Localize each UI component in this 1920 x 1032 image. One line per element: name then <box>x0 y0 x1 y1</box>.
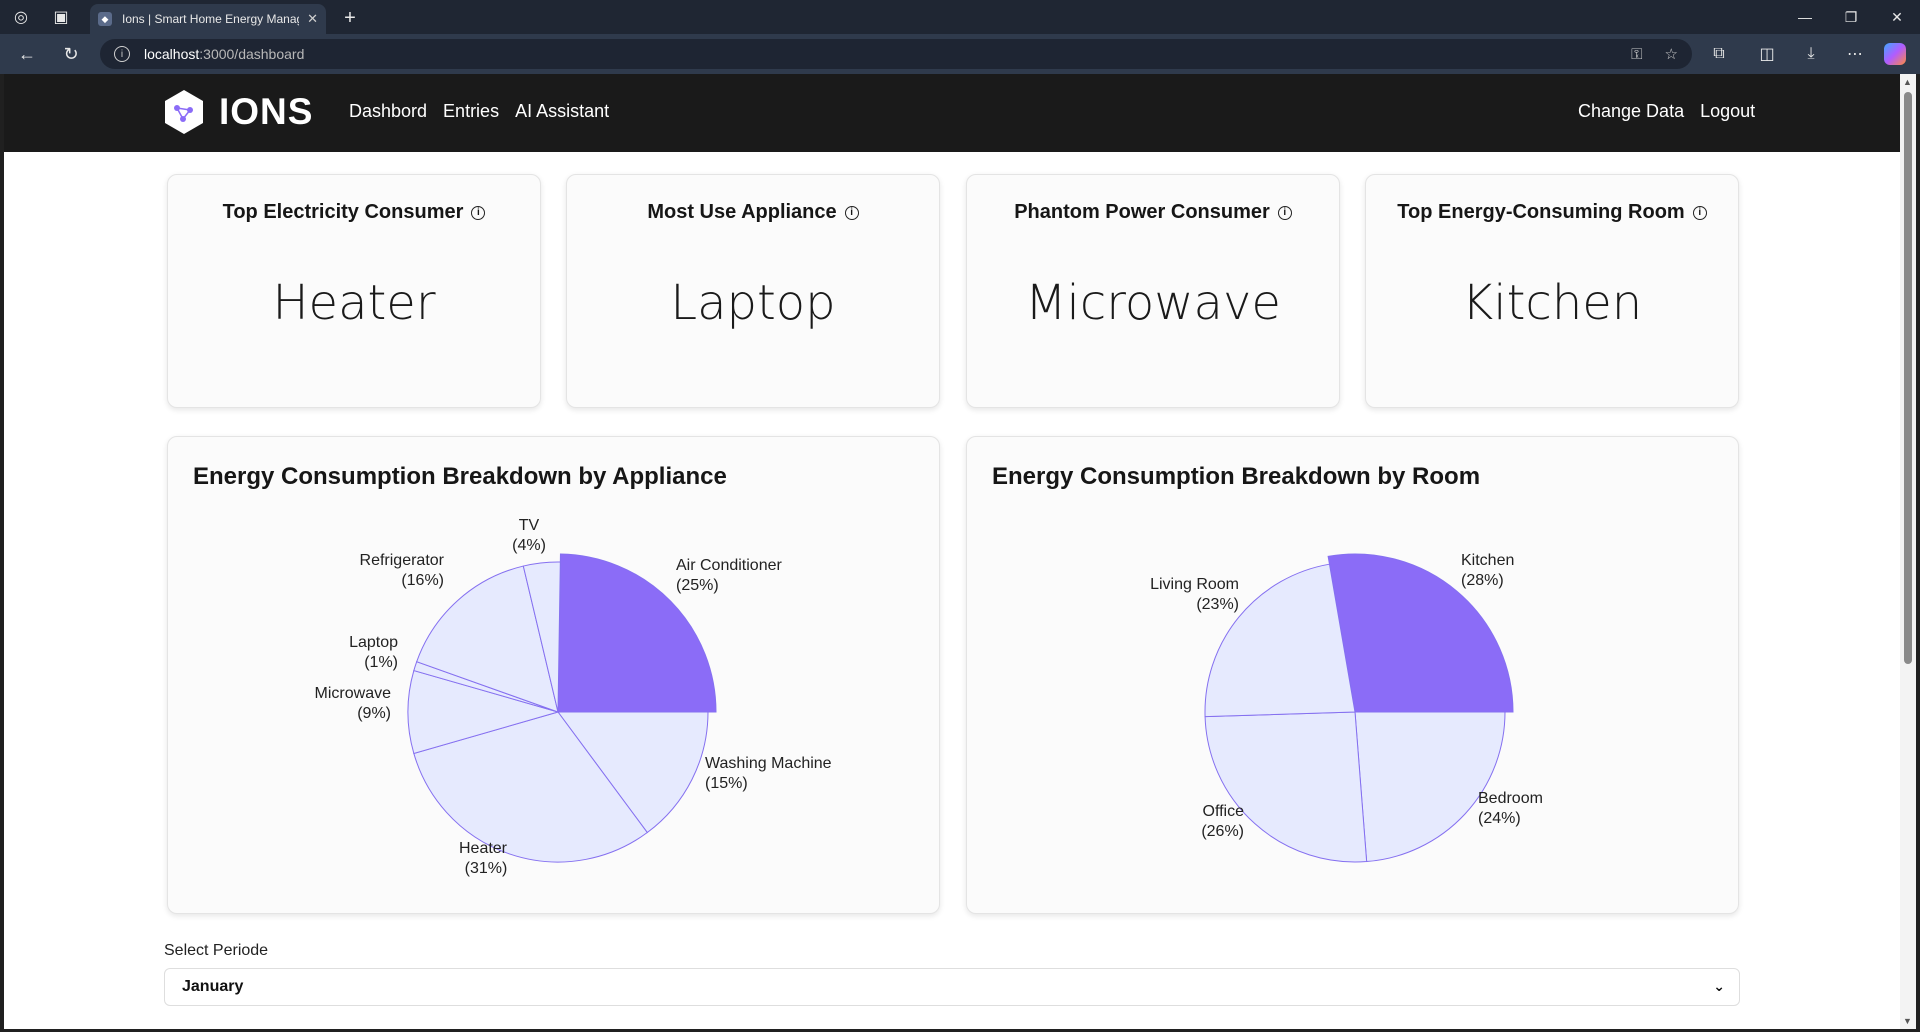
browser-toolbar: ← ↻ i localhost:3000/dashboard ⚿ ☆ ⧉ ◫ ⤓… <box>0 34 1920 74</box>
info-icon[interactable]: i <box>471 205 486 220</box>
favorite-star-icon[interactable]: ☆ <box>1665 45 1678 63</box>
info-icon[interactable]: i <box>844 205 859 220</box>
info-icon[interactable]: i <box>1692 205 1707 220</box>
pie-slice[interactable] <box>1354 711 1506 863</box>
appliance-pie-chart: Air Conditioner (25%) Washing Machine (15%)… <box>315 517 832 877</box>
stat-card-most-used: Most Use Appliance i Laptop <box>566 174 940 408</box>
copilot-icon[interactable] <box>1884 43 1906 65</box>
tab-actions-icon[interactable]: ▣ <box>50 7 72 27</box>
stat-value: Heater <box>272 275 436 331</box>
pie-slice-label: Office (26%) <box>1201 803 1244 840</box>
stat-value: Kitchen <box>1461 275 1643 331</box>
pie-slice-label: Refrigerator (16%) <box>360 552 445 589</box>
window-controls: — ❐ ✕ <box>1782 0 1920 34</box>
room-chart-card: Energy Consumption Breakdown by Room Kit… <box>966 436 1739 914</box>
nav-ai-assistant-link[interactable]: AI Assistant <box>515 101 609 122</box>
tab-title: Ions | Smart Home Energy Manag <box>122 12 300 26</box>
account-nav: Change Data Logout <box>1578 101 1755 122</box>
stat-card-top-consumer: Top Electricity Consumer i Heater <box>167 174 541 408</box>
room-pie-chart: Kitchen (28%) Bedroom (24%) Office (26%) Livin… <box>1150 552 1543 863</box>
url-path: :3000/dashboard <box>199 46 305 62</box>
stat-card-phantom-power: Phantom Power Consumer i Microwave <box>966 174 1340 408</box>
address-bar[interactable]: i localhost:3000/dashboard ⚿ ☆ <box>100 39 1692 69</box>
minimize-icon[interactable]: — <box>1782 0 1828 34</box>
pie-slice-label: Living Room (23%) <box>1150 576 1239 613</box>
logout-link[interactable]: Logout <box>1700 101 1755 122</box>
nav-dashboard-link[interactable]: Dashbord <box>349 101 427 122</box>
stat-title: Most Use Appliance <box>647 201 837 223</box>
close-window-icon[interactable]: ✕ <box>1874 0 1920 34</box>
brand[interactable]: IONS <box>163 88 313 136</box>
browser-tab[interactable]: ◆ Ions | Smart Home Energy Manag ✕ <box>90 4 326 34</box>
new-tab-icon[interactable]: + <box>338 6 362 30</box>
browser-tabstrip: ◎ ▣ ◆ Ions | Smart Home Energy Manag ✕ +… <box>0 0 1920 34</box>
pie-slice-label: Heater (31%) <box>459 840 508 877</box>
stat-title: Top Energy-Consuming Room <box>1397 201 1685 223</box>
page-viewport: IONS Dashbord Entries AI Assistant Chang… <box>4 74 1900 1029</box>
nav-entries-link[interactable]: Entries <box>443 101 499 122</box>
info-icon[interactable]: i <box>1277 205 1292 220</box>
main-nav: Dashbord Entries AI Assistant <box>349 101 609 122</box>
tab-close-icon[interactable]: ✕ <box>307 11 318 27</box>
site-info-icon[interactable]: i <box>114 46 130 62</box>
stat-title: Top Electricity Consumer <box>222 201 464 223</box>
stat-value: Laptop <box>670 275 836 331</box>
key-icon[interactable]: ⚿ <box>1631 46 1642 63</box>
extensions-icon[interactable]: ⧉ <box>1708 44 1730 64</box>
periode-select[interactable]: January ⌄ <box>164 968 1740 1006</box>
chevron-down-icon: ⌄ <box>1713 978 1725 994</box>
back-icon[interactable]: ← <box>16 44 38 64</box>
tab-favicon-icon: ◆ <box>98 12 112 26</box>
app-navbar: IONS Dashbord Entries AI Assistant Chang… <box>4 74 1900 152</box>
pie-slice-label: TV (4%) <box>512 517 546 554</box>
reload-icon[interactable]: ↻ <box>60 44 82 64</box>
appliance-chart-card: Energy Consumption Breakdown by Applianc… <box>167 436 940 914</box>
scroll-up-icon[interactable]: ▲ <box>1903 77 1912 87</box>
brand-name: IONS <box>219 91 314 132</box>
stat-value: Microwave <box>1025 275 1281 331</box>
profile-icon[interactable]: ◎ <box>10 7 32 27</box>
url-host: localhost <box>144 46 200 62</box>
split-screen-icon[interactable]: ◫ <box>1756 44 1778 64</box>
ions-logo-icon <box>165 90 203 134</box>
pie-slice-label: Laptop (1%) <box>349 634 398 671</box>
restore-icon[interactable]: ❐ <box>1828 0 1874 34</box>
pie-slice-label: Air Conditioner (25%) <box>676 557 783 594</box>
scroll-down-icon[interactable]: ▼ <box>1903 1016 1912 1026</box>
change-data-link[interactable]: Change Data <box>1578 101 1684 122</box>
periode-selected-value: January <box>182 978 244 995</box>
pie-slice-label: Kitchen (28%) <box>1461 552 1514 589</box>
pie-slice-label: Bedroom (24%) <box>1478 790 1543 827</box>
scrollbar-thumb[interactable] <box>1904 92 1912 664</box>
more-menu-icon[interactable]: ⋯ <box>1844 44 1866 64</box>
pie-slice-label: Microwave (9%) <box>315 685 392 722</box>
stat-title: Phantom Power Consumer <box>1014 201 1270 223</box>
page-scrollbar[interactable]: ▲ ▼ <box>1900 74 1916 1029</box>
pie-slice-label: Washing Machine (15%) <box>705 755 832 792</box>
downloads-icon[interactable]: ⤓ <box>1800 44 1822 64</box>
stat-card-top-room: Top Energy-Consuming Room i Kitchen <box>1365 174 1739 408</box>
periode-label: Select Periode <box>164 942 269 959</box>
